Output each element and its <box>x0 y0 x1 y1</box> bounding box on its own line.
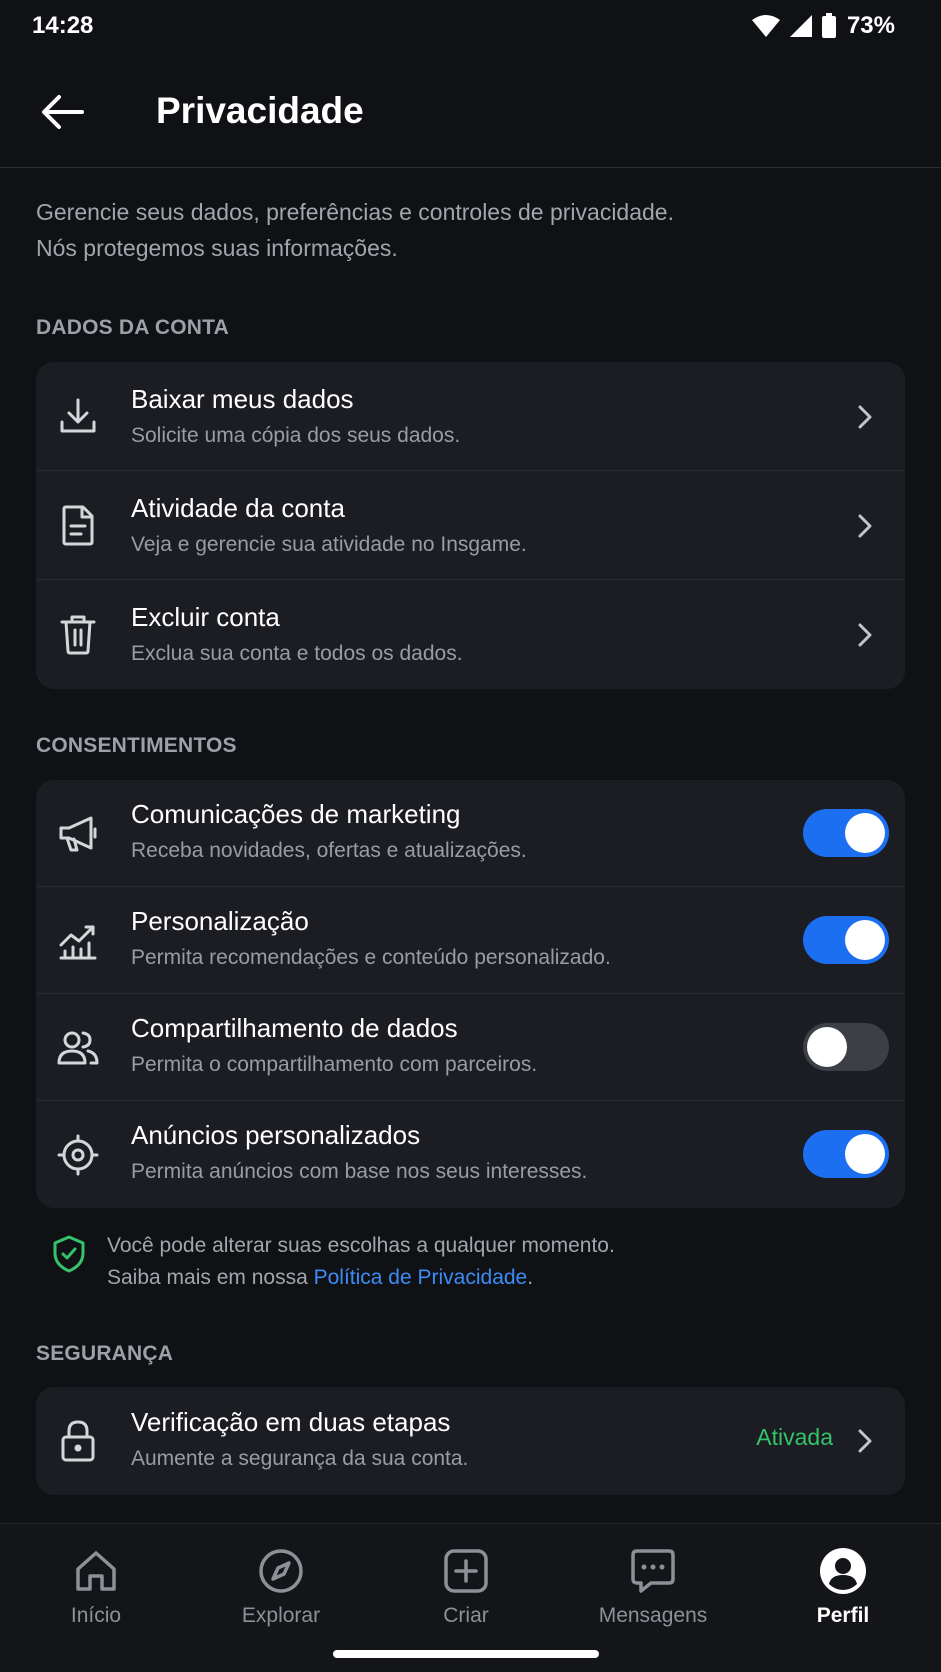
toggle-knob <box>807 1027 847 1067</box>
target-icon <box>56 1133 100 1177</box>
row-subtitle: Aumente a segurança da sua conta. <box>131 1447 469 1470</box>
row-subtitle: Permita recomendações e conteúdo persona… <box>131 946 611 969</box>
row-personalization: Personalização Permita recomendações e c… <box>36 887 905 994</box>
privacy-policy-link[interactable]: Política de Privacidade <box>314 1266 528 1289</box>
row-title: Comunicações de marketing <box>131 799 461 829</box>
row-subtitle: Veja e gerencie sua atividade no Insgame… <box>131 533 527 556</box>
nav-label: Início <box>70 1604 122 1627</box>
toggle-personalized-ads[interactable] <box>803 1130 889 1178</box>
section-label-account: DADOS DA CONTA <box>36 316 229 339</box>
page-title: Privacidade <box>156 90 364 131</box>
two-factor-status: Ativada <box>756 1424 833 1450</box>
toggle-knob <box>845 920 885 960</box>
back-arrow-icon <box>42 95 84 129</box>
row-data-sharing: Compartilhamento de dados Permita o comp… <box>36 994 905 1101</box>
security-card: Verificação em duas etapas Aumente a seg… <box>36 1387 905 1495</box>
toggle-knob <box>845 813 885 853</box>
consents-card: Comunicações de marketing Receba novidad… <box>36 780 905 1208</box>
row-subtitle: Permita o compartilhamento com parceiros… <box>131 1053 538 1076</box>
note-line-2: Saiba mais em nossa Política de Privacid… <box>107 1262 615 1294</box>
note-prefix: Saiba mais em nossa <box>107 1266 314 1289</box>
intro-line-1: Gerencie seus dados, preferências e cont… <box>36 199 674 225</box>
app-bar: Privacidade <box>0 56 941 168</box>
account-data-card: Baixar meus dados Solicite uma cópia dos… <box>36 362 905 689</box>
row-two-factor[interactable]: Verificação em duas etapas Aumente a seg… <box>36 1387 905 1495</box>
battery-percentage: 73% <box>846 12 895 39</box>
row-subtitle: Receba novidades, ofertas e atualizações… <box>131 839 527 862</box>
document-icon <box>56 503 100 547</box>
nav-item-home[interactable]: Início <box>21 1544 171 1644</box>
section-label-consents: CONSENTIMENTOS <box>36 734 237 757</box>
chevron-right-icon <box>853 620 877 650</box>
note-suffix: . <box>527 1266 534 1289</box>
plus-square-icon <box>439 1544 493 1598</box>
nav-item-create[interactable]: Criar <box>391 1544 541 1644</box>
status-icons: 73% <box>751 12 895 40</box>
back-button[interactable] <box>34 86 90 138</box>
note-text: Você pode alterar suas escolhas a qualqu… <box>107 1230 615 1294</box>
nav-item-messages[interactable]: Mensagens <box>578 1544 728 1644</box>
row-subtitle: Permita anúncios com base nos seus inter… <box>131 1160 588 1183</box>
profile-icon <box>816 1544 870 1598</box>
toggle-personalization[interactable] <box>803 916 889 964</box>
users-icon <box>56 1026 100 1070</box>
compass-icon <box>254 1544 308 1598</box>
row-title: Atividade da conta <box>131 493 345 523</box>
battery-icon <box>821 13 837 39</box>
intro-line-2: Nós protegemos suas informações. <box>36 235 398 261</box>
toggle-data-sharing[interactable] <box>803 1023 889 1071</box>
row-title: Baixar meus dados <box>131 384 354 414</box>
megaphone-icon <box>56 812 100 856</box>
row-title: Compartilhamento de dados <box>131 1013 458 1043</box>
row-title: Anúncios personalizados <box>131 1120 421 1150</box>
intro-text: Gerencie seus dados, preferências e cont… <box>36 194 906 266</box>
chevron-right-icon <box>853 1426 877 1456</box>
trash-icon <box>56 612 100 656</box>
row-marketing: Comunicações de marketing Receba novidad… <box>36 780 905 887</box>
chat-icon <box>626 1544 680 1598</box>
row-subtitle: Solicite uma cópia dos seus dados. <box>131 424 461 447</box>
status-bar: 14:28 73% <box>0 0 941 56</box>
home-icon <box>69 1544 123 1598</box>
nav-item-explore[interactable]: Explorar <box>206 1544 356 1644</box>
row-download-data[interactable]: Baixar meus dados Solicite uma cópia dos… <box>36 362 905 471</box>
row-title: Excluir conta <box>131 602 280 632</box>
section-label-security: SEGURANÇA <box>36 1342 174 1365</box>
row-subtitle: Exclua sua conta e todos os dados. <box>131 642 463 665</box>
nav-label: Mensagens <box>598 1604 708 1627</box>
nav-label: Perfil <box>816 1604 870 1627</box>
nav-item-profile[interactable]: Perfil <box>768 1544 918 1644</box>
row-title: Verificação em duas etapas <box>131 1407 451 1437</box>
note-line-1: Você pode alterar suas escolhas a qualqu… <box>107 1234 615 1257</box>
row-title: Personalização <box>131 906 309 936</box>
wifi-icon <box>751 14 781 38</box>
toggle-knob <box>845 1134 885 1174</box>
nav-label: Criar <box>443 1604 489 1627</box>
signal-icon <box>789 14 813 38</box>
home-indicator[interactable] <box>333 1650 599 1658</box>
shield-check-icon <box>52 1234 86 1279</box>
chevron-right-icon <box>853 511 877 541</box>
row-personalized-ads: Anúncios personalizados Permita anúncios… <box>36 1101 905 1208</box>
row-delete-account[interactable]: Excluir conta Exclua sua conta e todos o… <box>36 580 905 689</box>
status-time: 14:28 <box>32 12 94 39</box>
chevron-right-icon <box>853 402 877 432</box>
nav-label: Explorar <box>241 1604 321 1627</box>
row-account-activity[interactable]: Atividade da conta Veja e gerencie sua a… <box>36 471 905 580</box>
toggle-marketing[interactable] <box>803 809 889 857</box>
lock-icon <box>56 1419 100 1463</box>
download-icon <box>56 394 100 438</box>
chart-icon <box>56 919 100 963</box>
